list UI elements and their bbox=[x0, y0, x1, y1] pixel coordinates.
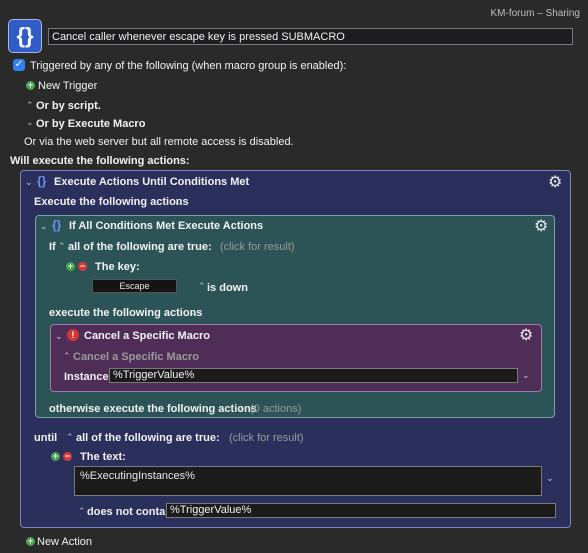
otherwise-count: (0 actions) bbox=[250, 403, 302, 415]
new-action-button[interactable]: New Action bbox=[37, 536, 92, 548]
chevron-down-icon[interactable]: ⌄ bbox=[546, 473, 554, 484]
web-server-note: Or via the web server but all remote acc… bbox=[24, 136, 294, 148]
plus-circle-icon[interactable]: + bbox=[51, 452, 60, 461]
otherwise-label: otherwise execute the following actions bbox=[49, 403, 257, 415]
chevron-down-icon[interactable]: ⌄ bbox=[26, 117, 34, 128]
chevron-down-icon[interactable]: ⌄ bbox=[190, 307, 198, 318]
chevron-down-icon[interactable]: ⌄ bbox=[522, 370, 530, 381]
triggers-header: Triggered by any of the following (when … bbox=[30, 60, 347, 72]
key-field[interactable]: Escape bbox=[92, 279, 177, 293]
chevron-updown-icon[interactable]: ⌃ bbox=[78, 506, 86, 517]
plus-circle-icon[interactable]: + bbox=[26, 81, 35, 90]
plus-circle-icon[interactable]: + bbox=[26, 537, 35, 546]
contain-operator-selector[interactable]: does not contain bbox=[87, 506, 175, 518]
chevron-updown-icon[interactable]: ⌃ bbox=[58, 241, 66, 252]
chevron-down-icon[interactable]: ⌄ bbox=[174, 197, 182, 208]
collapse-chevron-icon[interactable]: ⌄ bbox=[25, 177, 33, 188]
curly-braces-icon: {} bbox=[52, 218, 62, 232]
if-action-title[interactable]: If All Conditions Met Execute Actions bbox=[69, 220, 263, 232]
macro-name-field[interactable] bbox=[48, 28, 573, 45]
by-execute-macro-option[interactable]: Or by Execute Macro bbox=[36, 118, 145, 130]
minus-circle-icon[interactable]: − bbox=[63, 452, 72, 461]
exclamation-circle-icon: ! bbox=[67, 329, 79, 341]
instance-field[interactable]: %TriggerValue% bbox=[109, 368, 518, 383]
until-condition-selector[interactable]: all of the following are true: bbox=[76, 432, 220, 444]
key-condition-label: The key: bbox=[95, 261, 140, 273]
chevron-right-icon[interactable]: › bbox=[240, 403, 243, 413]
instance-label: Instance: bbox=[64, 371, 113, 383]
click-for-result[interactable]: (click for result) bbox=[220, 241, 295, 253]
trigger-enabled-checkbox[interactable]: ✓ bbox=[13, 59, 25, 71]
collapse-chevron-icon[interactable]: ⌄ bbox=[55, 331, 63, 342]
gear-icon[interactable]: ⚙ bbox=[548, 172, 562, 192]
execute-actions-label: execute the following actions bbox=[49, 307, 203, 319]
contain-value-field[interactable]: %TriggerValue% bbox=[166, 503, 556, 518]
click-for-result[interactable]: (click for result) bbox=[229, 432, 304, 444]
minus-circle-icon[interactable]: − bbox=[78, 262, 87, 271]
gear-icon[interactable]: ⚙ bbox=[519, 325, 533, 345]
until-label: until bbox=[34, 432, 58, 444]
chevron-updown-icon[interactable]: ⌃ bbox=[26, 100, 34, 111]
gear-icon[interactable]: ⚙ bbox=[534, 216, 548, 236]
loop-action-title[interactable]: Execute Actions Until Conditions Met bbox=[54, 176, 249, 188]
window-title: KM-forum – Sharing bbox=[490, 8, 580, 19]
text-condition-field[interactable]: %ExecutingInstances% bbox=[74, 466, 542, 496]
key-state-selector[interactable]: is down bbox=[207, 282, 248, 294]
collapse-chevron-icon[interactable]: ⌄ bbox=[40, 221, 48, 232]
curly-braces-icon[interactable]: {} bbox=[8, 19, 42, 53]
chevron-updown-icon[interactable]: ⌃ bbox=[63, 351, 71, 362]
curly-braces-icon: {} bbox=[37, 174, 47, 188]
new-trigger-button[interactable]: New Trigger bbox=[38, 80, 97, 92]
chevron-updown-icon[interactable]: ⌃ bbox=[198, 281, 206, 292]
cancel-action-selector[interactable]: Cancel a Specific Macro bbox=[73, 351, 199, 363]
chevron-updown-icon[interactable]: ⌃ bbox=[66, 432, 74, 443]
text-condition-label: The text: bbox=[80, 451, 126, 463]
plus-circle-icon[interactable]: + bbox=[66, 262, 75, 271]
actions-header: Will execute the following actions: bbox=[10, 155, 190, 167]
cancel-action-title[interactable]: Cancel a Specific Macro bbox=[84, 330, 210, 342]
if-label: If bbox=[49, 241, 56, 253]
if-condition-selector[interactable]: all of the following are true: bbox=[68, 241, 212, 253]
by-script-option[interactable]: Or by script. bbox=[36, 100, 101, 112]
execute-actions-label: Execute the following actions bbox=[34, 196, 189, 208]
